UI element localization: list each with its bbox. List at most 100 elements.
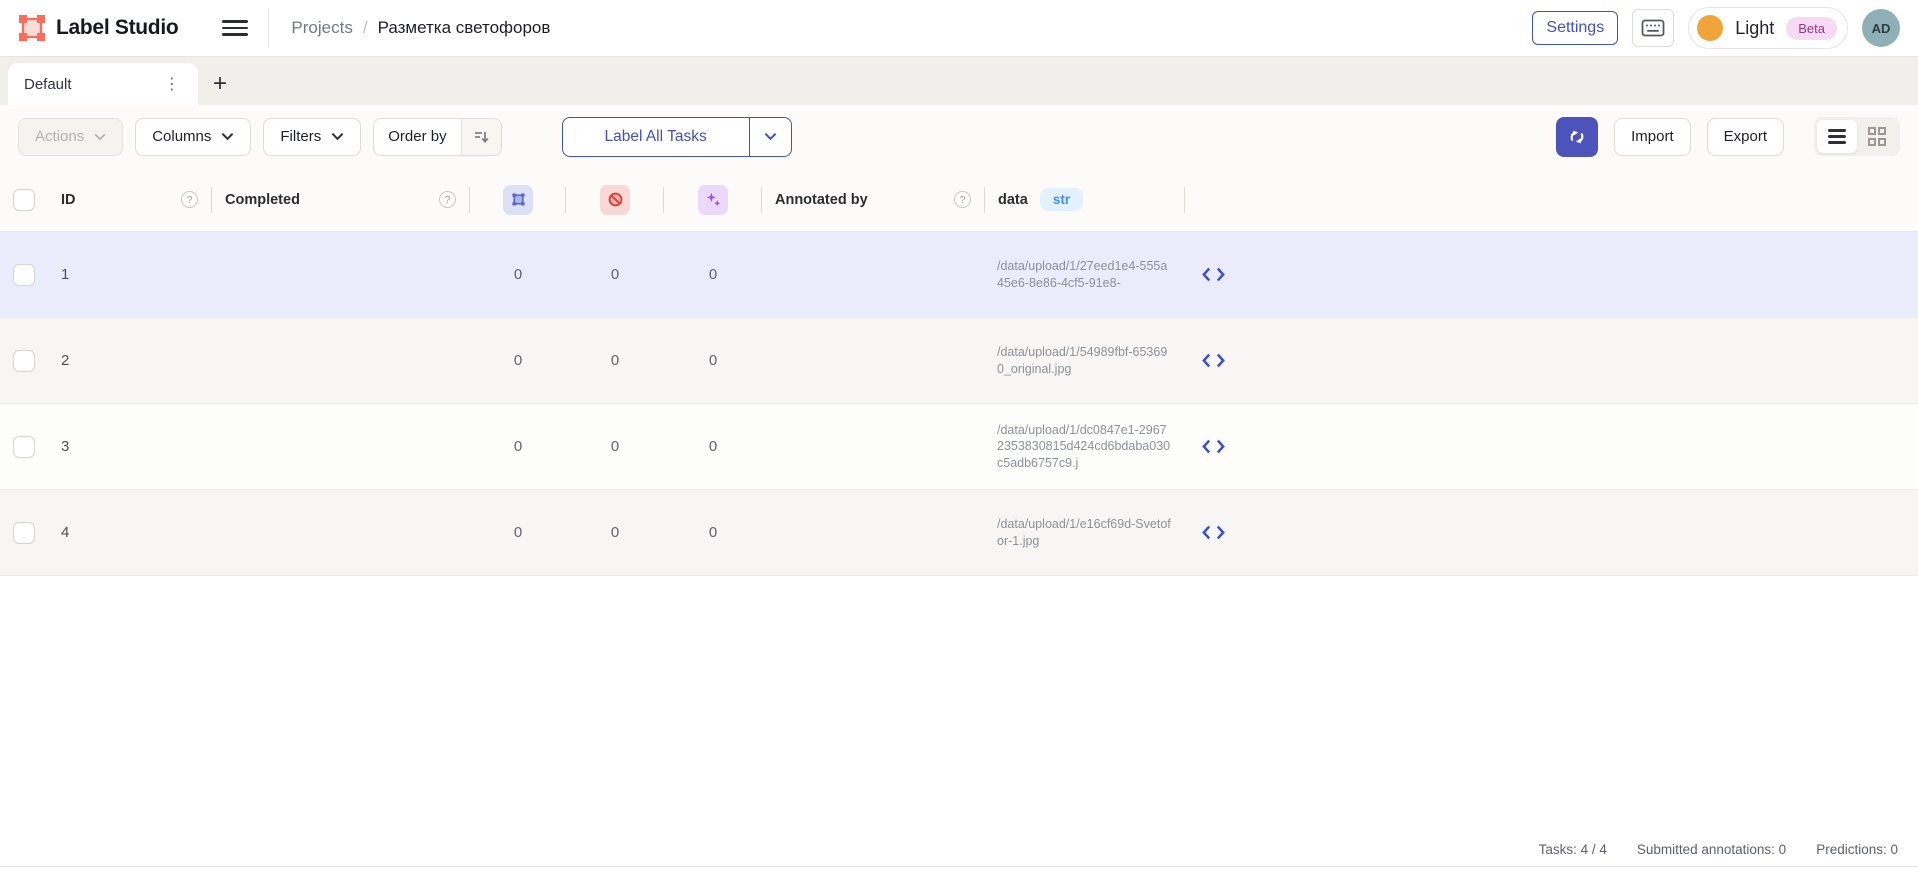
table-row[interactable]: 3 0 0 0 /data/upload/1/dc0847e1-29672353… [0,404,1918,490]
cell-annotated-by [762,490,985,575]
app-name: Label Studio [56,16,178,40]
table-row[interactable]: 4 0 0 0 /data/upload/1/e16cf69d-Svetofor… [0,490,1918,576]
tasks-count: Tasks: 4 / 4 [1539,842,1607,857]
theme-label: Light [1735,18,1774,39]
breadcrumb-separator: / [363,18,368,38]
menu-hamburger-icon[interactable] [222,18,248,38]
cell-id: 4 [48,490,212,575]
cell-cancelled-count: 0 [566,232,664,317]
status-bar: Tasks: 4 / 4 Submitted annotations: 0 Pr… [0,833,1918,867]
settings-button[interactable]: Settings [1532,11,1618,45]
cell-data-path: /data/upload/1/e16cf69d-Svetofor-1.jpg [985,490,1185,575]
help-icon[interactable]: ? [181,191,198,208]
breadcrumb-current-project: Разметка светофоров [378,18,551,38]
cell-completed [212,490,470,575]
toolbar: Actions Columns Filters Order by [0,105,1918,168]
angle-right-icon [1215,267,1226,282]
cell-predictions-count: 0 [664,404,762,489]
angle-left-icon [1201,525,1212,540]
add-tab-button[interactable]: + [198,63,242,105]
predictions-count: Predictions: 0 [1816,842,1898,857]
cell-data-path: /data/upload/1/27eed1e4-555a45e6-8e86-4c… [985,232,1185,317]
cell-cancelled-count: 0 [566,404,664,489]
filters-button[interactable]: Filters [263,118,361,156]
user-avatar[interactable]: AD [1862,9,1900,47]
help-icon[interactable]: ? [439,191,456,208]
column-header-annotations[interactable] [470,168,566,231]
columns-button[interactable]: Columns [135,118,251,156]
keyboard-shortcuts-button[interactable] [1632,9,1674,47]
row-checkbox[interactable] [13,522,35,544]
table-row[interactable]: 1 0 0 0 /data/upload/1/27eed1e4-555a45e6… [0,232,1918,318]
column-header-spacer [1185,168,1918,231]
actions-button[interactable]: Actions [18,118,123,156]
keyboard-icon [1641,18,1665,38]
cell-cancelled-count: 0 [566,318,664,403]
angle-right-icon [1215,525,1226,540]
label-studio-logo-icon [18,14,46,42]
app-logo[interactable]: Label Studio [18,14,178,42]
select-all-checkbox[interactable] [13,189,35,211]
cell-id: 2 [48,318,212,403]
beta-badge: Beta [1786,17,1837,40]
grid-view-button[interactable] [1857,120,1897,153]
theme-toggle[interactable]: Light Beta [1688,7,1848,49]
tab-bar: Default ⋮ + [0,57,1918,105]
show-source-button[interactable] [1185,232,1918,317]
import-button[interactable]: Import [1614,118,1691,156]
label-all-tasks-dropdown[interactable] [749,118,791,156]
cell-predictions-count: 0 [664,490,762,575]
view-toggle [1814,117,1900,156]
chevron-down-icon [331,132,344,141]
column-header-completed[interactable]: Completed ? [212,168,470,231]
chevron-down-icon [94,133,106,141]
list-view-button[interactable] [1817,120,1857,153]
table-row[interactable]: 2 0 0 0 /data/upload/1/54989fbf-653690_o… [0,318,1918,404]
chevron-down-icon [221,132,234,141]
cancelled-annotations-icon [607,191,624,208]
show-source-button[interactable] [1185,318,1918,403]
cell-annotations-count: 0 [470,232,566,317]
column-header-id[interactable]: ID ? [48,168,212,231]
sort-direction-icon[interactable] [461,119,501,155]
theme-dot-icon [1697,15,1723,41]
header-divider [268,8,269,48]
column-header-cancelled[interactable] [566,168,664,231]
label-all-tasks-button[interactable]: Label All Tasks [562,117,792,157]
cell-completed [212,318,470,403]
app-header: Label Studio Projects / Разметка светофо… [0,0,1918,57]
cell-predictions-count: 0 [664,318,762,403]
column-header-predictions[interactable] [664,168,762,231]
list-icon [1828,129,1846,144]
cell-data-path: /data/upload/1/dc0847e1-29672353830815d4… [985,404,1185,489]
refresh-icon [1568,128,1586,146]
tab-default[interactable]: Default ⋮ [8,63,198,105]
breadcrumb-projects[interactable]: Projects [291,18,352,38]
select-all-cell [0,168,48,231]
angle-left-icon [1201,439,1212,454]
row-checkbox[interactable] [13,436,35,458]
cell-annotations-count: 0 [470,404,566,489]
angle-right-icon [1215,439,1226,454]
column-header-data[interactable]: data str [985,168,1185,231]
cell-completed [212,404,470,489]
export-button[interactable]: Export [1707,118,1784,156]
column-header-annotated-by[interactable]: Annotated by ? [762,168,985,231]
row-checkbox[interactable] [13,264,35,286]
show-source-button[interactable] [1185,490,1918,575]
tab-kebab-menu-icon[interactable]: ⋮ [158,74,186,94]
submitted-annotations-count: Submitted annotations: 0 [1637,842,1786,857]
cell-annotations-count: 0 [470,490,566,575]
predictions-sparkles-icon [705,191,722,208]
cell-completed [212,232,470,317]
order-by-button[interactable]: Order by [373,118,501,156]
cell-annotated-by [762,318,985,403]
show-source-button[interactable] [1185,404,1918,489]
cell-data-path: /data/upload/1/54989fbf-653690_original.… [985,318,1185,403]
tab-label: Default [24,76,72,93]
annotations-icon [510,191,527,208]
refresh-button[interactable] [1556,117,1598,157]
breadcrumb: Projects / Разметка светофоров [291,18,550,38]
row-checkbox[interactable] [13,350,35,372]
help-icon[interactable]: ? [954,191,971,208]
